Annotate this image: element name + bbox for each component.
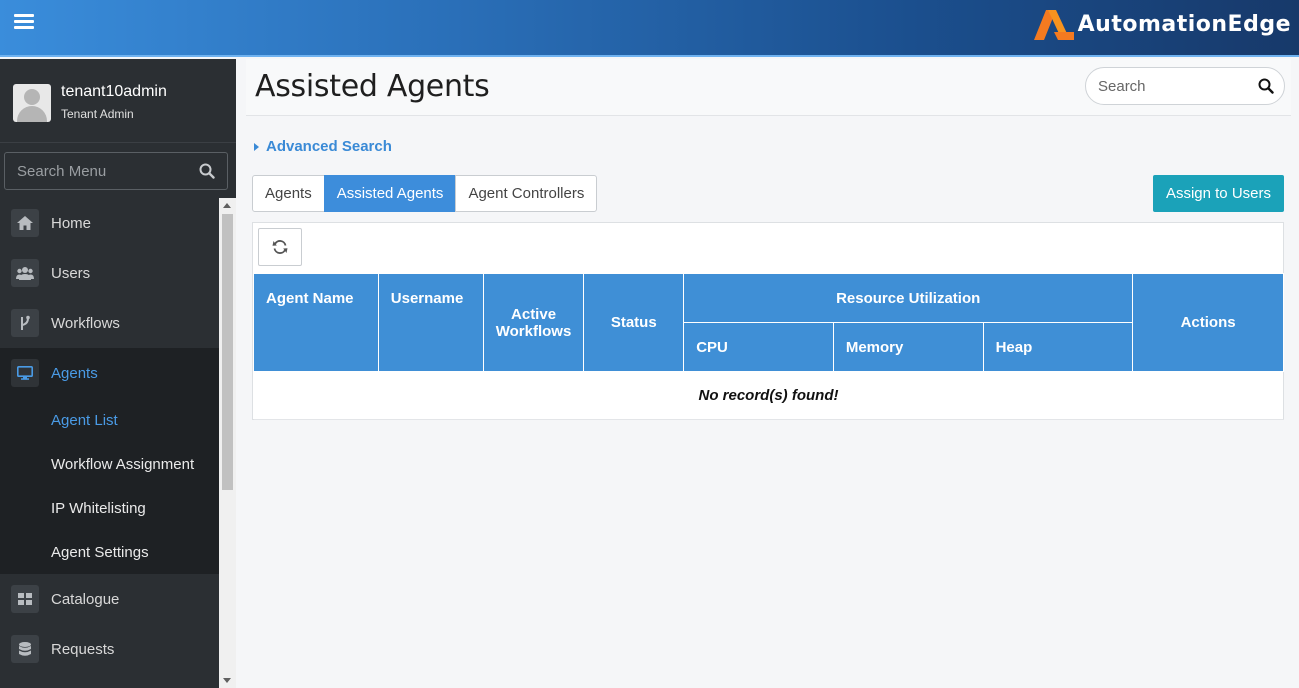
caret-right-icon <box>254 142 259 151</box>
agents-table-panel: Agent Name Username Active Workflows Sta… <box>252 222 1284 420</box>
sidebar-item-label: Catalogue <box>51 590 120 608</box>
sidebar-item-users[interactable]: Users <box>0 248 219 298</box>
monitor-icon <box>11 359 39 387</box>
hamburger-menu-icon[interactable] <box>14 14 34 34</box>
automationedge-logo-icon <box>1033 10 1074 40</box>
tab-agents[interactable]: Agents <box>252 175 325 212</box>
sidebar: tenant10admin Tenant Admin Home Users Wo… <box>0 59 236 688</box>
assign-to-users-button[interactable]: Assign to Users <box>1152 175 1284 212</box>
sidebar-subitem-ip-whitelisting[interactable]: IP Whitelisting <box>0 486 219 530</box>
top-bar: AutomationEdge <box>0 0 1299 57</box>
sidebar-item-agents[interactable]: Agents <box>0 348 219 398</box>
tab-agent-controllers[interactable]: Agent Controllers <box>455 175 598 212</box>
sidebar-item-requests[interactable]: Requests <box>0 624 219 674</box>
workflow-icon <box>11 309 39 337</box>
sidebar-item-label: Workflows <box>51 314 120 332</box>
avatar <box>13 84 51 122</box>
page-title: Assisted Agents <box>255 69 490 104</box>
empty-table-message: No record(s) found! <box>253 371 1284 420</box>
sidebar-item-workflows[interactable]: Workflows <box>0 298 219 348</box>
sidebar-subitem-workflow-assignment[interactable]: Workflow Assignment <box>0 442 219 486</box>
database-icon <box>11 635 39 663</box>
sidebar-item-catalogue[interactable]: Catalogue <box>0 574 219 624</box>
column-header-active-workflows[interactable]: Active Workflows <box>482 273 585 372</box>
user-role: Tenant Admin <box>61 107 134 121</box>
sidebar-item-label: Home <box>51 214 92 232</box>
sidebar-subitem-agent-list[interactable]: Agent List <box>0 398 219 442</box>
sidebar-item-home[interactable]: Home <box>0 198 219 248</box>
column-header-heap[interactable]: Heap <box>982 322 1134 372</box>
agents-submenu: Agent List Workflow Assignment IP Whitel… <box>0 398 219 574</box>
user-name: tenant10admin <box>61 83 167 100</box>
search-menu-input[interactable] <box>5 153 185 189</box>
scroll-down-arrow-icon[interactable] <box>223 678 231 683</box>
sidebar-subitem-agent-settings[interactable]: Agent Settings <box>0 530 219 574</box>
agent-tabs: Agents Assisted Agents Agent Controllers <box>252 175 598 212</box>
sidebar-menu: Home Users Workflows Agents Agent List W… <box>0 198 219 674</box>
search-menu-box <box>4 152 228 190</box>
search-icon[interactable] <box>199 163 215 179</box>
column-header-username[interactable]: Username <box>377 273 484 372</box>
scrollbar-thumb[interactable] <box>222 214 233 490</box>
agents-table: Agent Name Username Active Workflows Sta… <box>253 273 1284 420</box>
user-profile: tenant10admin Tenant Admin <box>0 59 236 143</box>
users-icon <box>11 259 39 287</box>
sidebar-item-label: Users <box>51 264 91 282</box>
advanced-search-label: Advanced Search <box>266 138 392 155</box>
advanced-search-toggle[interactable]: Advanced Search <box>254 138 392 155</box>
page-search-box <box>1085 67 1285 105</box>
refresh-icon <box>272 240 288 254</box>
column-header-actions: Actions <box>1132 273 1284 372</box>
sidebar-scrollbar[interactable] <box>219 198 236 688</box>
refresh-button[interactable] <box>258 228 302 266</box>
column-header-cpu[interactable]: CPU <box>683 322 834 372</box>
tab-assisted-agents[interactable]: Assisted Agents <box>323 175 457 212</box>
home-icon <box>11 209 39 237</box>
column-header-agent-name[interactable]: Agent Name <box>253 273 379 372</box>
column-header-resource-utilization: Resource Utilization <box>683 273 1134 323</box>
page-header: Assisted Agents <box>246 59 1291 116</box>
sidebar-item-label: Requests <box>51 640 115 658</box>
search-input[interactable] <box>1086 68 1246 104</box>
grid-icon <box>11 585 39 613</box>
scroll-up-arrow-icon[interactable] <box>223 203 231 208</box>
brand-name: AutomationEdge <box>1077 11 1291 37</box>
sidebar-item-label: Agents <box>51 364 98 382</box>
column-header-status[interactable]: Status <box>583 273 685 372</box>
search-icon[interactable] <box>1258 78 1274 94</box>
main-content: Assisted Agents Advanced Search Agents A… <box>236 59 1299 688</box>
column-header-memory[interactable]: Memory <box>832 322 984 372</box>
brand-logo: AutomationEdge <box>1030 4 1291 44</box>
